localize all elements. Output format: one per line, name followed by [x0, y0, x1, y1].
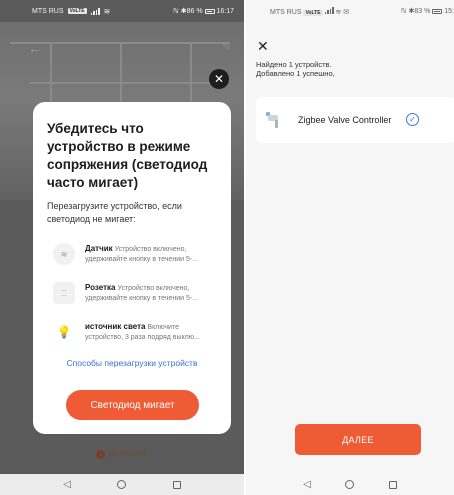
clock: 16:17 [216, 8, 234, 15]
network-badge: VoLTE [67, 8, 87, 14]
status-bar: MTS RUS VoLTE ≋ ✉ ℕ ✱83 % 15: [246, 0, 454, 22]
wifi-icon: ≋ [335, 8, 342, 16]
close-icon[interactable]: ✕ [257, 38, 269, 55]
battery-icon [204, 8, 215, 14]
nfc-icon: ℕ [173, 8, 179, 15]
edit-icon[interactable]: ✎ [222, 40, 232, 54]
signal-icon [324, 6, 334, 14]
modal-title: Убедитесь что устройство в режиме сопряж… [47, 121, 208, 190]
status-left: MTS RUS VoLTE ≋ [32, 7, 110, 16]
modal-subtitle: Перезагрузите устройство, если светодиод… [47, 201, 182, 224]
item-name: Датчик [85, 243, 113, 253]
mail-icon: ✉ [343, 8, 350, 16]
left-phone-screen: MTS RUS VoLTE ≋ ℕ ✱86 % 16:17 ← ✎ ✕ Убед… [0, 0, 244, 495]
back-arrow-icon[interactable]: ← [28, 40, 42, 56]
plus-icon: + [96, 450, 106, 459]
status-bar: MTS RUS VoLTE ≋ ℕ ✱86 % 16:17 [0, 0, 244, 22]
clock: 15: [444, 8, 454, 15]
close-icon[interactable]: ✕ [209, 69, 229, 89]
next-button[interactable]: ДАЛЕЕ [295, 424, 421, 455]
socket-icon: ⁚⁚ [53, 282, 75, 304]
nav-home-icon[interactable] [117, 480, 127, 489]
add-label: Добавить [108, 448, 148, 458]
bulb-icon: 💡 [56, 325, 72, 339]
screenshot-root: MTS RUS VoLTE ≋ ℕ ✱86 % 16:17 ← ✎ ✕ Убед… [0, 0, 454, 495]
carrier-label: MTS RUS [32, 7, 64, 15]
nfc-icon: ℕ [400, 8, 407, 15]
nav-recents-icon[interactable] [388, 480, 397, 489]
list-item-sensor: ≋ Датчик Устройство включено, удерживайт… [47, 243, 217, 265]
battery-text: ✱86 % [180, 8, 203, 15]
nav-back-icon[interactable]: ◁ [63, 479, 71, 490]
item-text: Датчик Устройство включено, удерживайте … [85, 244, 217, 265]
led-blinking-button[interactable]: Светодиод мигает [66, 390, 199, 420]
reset-methods-link[interactable]: Способы перезагрузки устройств [33, 358, 231, 368]
list-item-socket: ⁚⁚ Розетка Устройство включено, удержива… [47, 282, 217, 304]
device-name: Zigbee Valve Controller [298, 115, 392, 125]
item-name: Розетка [85, 282, 116, 292]
right-phone-screen: MTS RUS VoLTE ≋ ✉ ℕ ✱83 % 15: ✕ Найдено … [246, 0, 454, 495]
found-summary: Найдено 1 устройств. Добавлено 1 успешно… [256, 60, 335, 78]
device-card[interactable]: Zigbee Valve Controller ✓ [256, 97, 454, 143]
item-text: Розетка Устройство включено, удерживайте… [85, 283, 217, 304]
carrier-label: MTS RUS [270, 8, 302, 16]
status-right: ℕ ✱83 % 15: [401, 7, 454, 15]
wifi-icon: ≋ [103, 6, 111, 16]
pairing-modal: Убедитесь что устройство в режиме сопряж… [33, 102, 231, 434]
nav-back-icon[interactable]: ◁ [303, 479, 311, 490]
item-text: источник света Включите устройство, 3 ра… [85, 322, 217, 343]
list-item-light: 💡 источник света Включите устройство, 3 … [47, 321, 217, 343]
nav-recents-icon[interactable] [172, 480, 181, 489]
found-line: Найдено 1 устройств. [256, 60, 332, 69]
valve-icon [266, 111, 284, 129]
system-nav-bar: ◁ [246, 474, 454, 495]
signal-icon [90, 7, 100, 15]
status-left: MTS RUS VoLTE ≋ ✉ [270, 6, 350, 16]
check-icon: ✓ [406, 113, 419, 126]
nav-home-icon[interactable] [345, 480, 355, 489]
battery-icon [432, 8, 443, 14]
battery-text: ✱83 % [408, 8, 431, 15]
item-name: источник света [85, 321, 146, 331]
sensor-icon: ≋ [53, 243, 75, 265]
network-badge: VoLTE [303, 9, 323, 16]
add-device-button[interactable]: + Добавить [0, 448, 244, 459]
status-right: ℕ ✱86 % 16:17 [173, 7, 234, 15]
system-nav-bar: ◁ [0, 474, 244, 495]
added-line: Добавлено 1 успешно. [256, 69, 335, 78]
